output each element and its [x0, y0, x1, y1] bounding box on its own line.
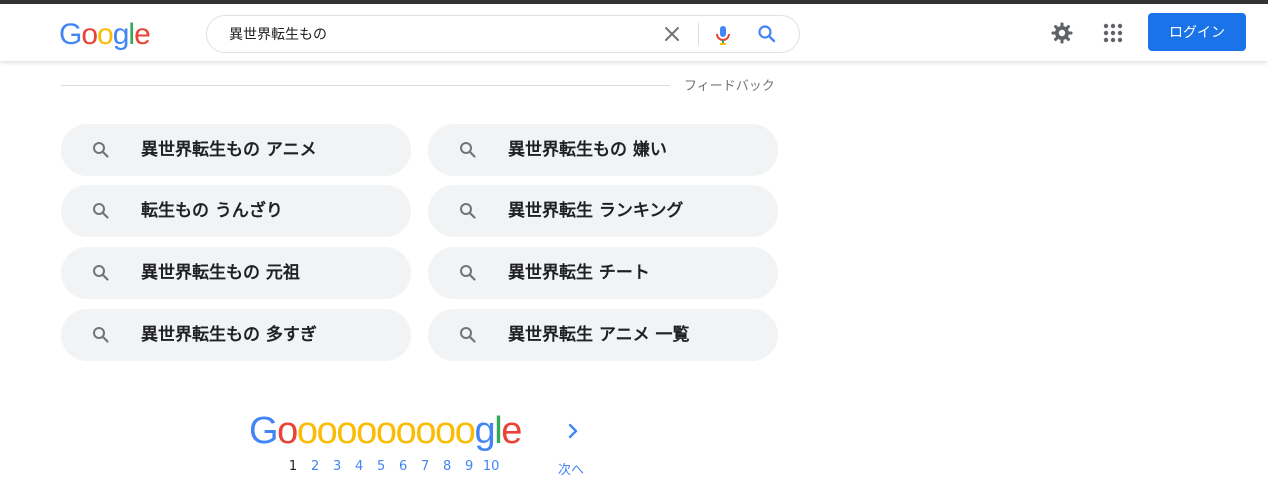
pagination-logo-letter: o [435, 410, 456, 452]
related-search-label: 異世界転生もの 多すぎ [141, 325, 317, 345]
chevron-right-icon [568, 423, 578, 439]
feedback-link[interactable]: フィードバック [684, 75, 775, 94]
related-search-chip[interactable]: 異世界転生 アニメ 一覧 [428, 309, 778, 361]
related-search-chip[interactable]: 異世界転生 ランキング [428, 185, 778, 237]
related-search-chip[interactable]: 異世界転生もの 多すぎ [61, 309, 411, 361]
page-link-7[interactable]: 7 [414, 458, 436, 476]
related-search-label: 異世界転生もの 嫌い [508, 140, 667, 160]
search-box [206, 15, 800, 53]
related-search-chip[interactable]: 異世界転生もの アニメ [61, 124, 411, 176]
related-search-label: 転生もの うんざり [141, 201, 283, 221]
related-search-label: 異世界転生 アニメ 一覧 [508, 325, 690, 345]
search-icon [460, 265, 476, 281]
pagination-logo-letter: e [501, 410, 522, 452]
page-link-2[interactable]: 2 [304, 458, 326, 476]
clear-button[interactable] [662, 24, 682, 44]
search-input[interactable] [229, 16, 649, 52]
pagination-logo-letter: o [375, 410, 397, 452]
pagination-logo: Goooooooooogle [249, 408, 522, 454]
page-link-4[interactable]: 4 [348, 458, 370, 476]
next-page-arrow[interactable] [566, 422, 580, 440]
apps-grid-icon [1103, 23, 1123, 43]
gear-icon [1051, 22, 1073, 44]
related-search-label: 異世界転生もの 元祖 [141, 263, 300, 283]
pagination-logo-letter: o [454, 410, 476, 452]
logo-letter: e [134, 18, 151, 51]
google-logo[interactable]: Google [59, 18, 151, 52]
related-search-label: 異世界転生もの アニメ [141, 140, 317, 160]
related-search-chip[interactable]: 異世界転生 チート [428, 247, 778, 299]
search-icon [460, 203, 476, 219]
pagination-logo-letter: o [356, 410, 377, 452]
related-search-chip[interactable]: 転生もの うんざり [61, 185, 411, 237]
page-link-9[interactable]: 9 [458, 458, 480, 476]
page-link-3[interactable]: 3 [326, 458, 348, 476]
page-numbers: 1 2 3 4 5 6 7 8 9 10 [286, 458, 502, 476]
related-search-chip[interactable]: 異世界転生もの 嫌い [428, 124, 778, 176]
search-icon [460, 142, 476, 158]
search-button[interactable] [757, 24, 777, 44]
search-icon [93, 203, 109, 219]
pagination-logo-letter: o [336, 410, 357, 452]
pagination-logo-letter: o [296, 410, 318, 452]
settings-button[interactable] [1050, 21, 1074, 45]
search-divider [698, 23, 699, 45]
related-search-label: 異世界転生 ランキング [508, 201, 684, 221]
logo-letter: G [59, 18, 82, 51]
pagination-logo-letter: o [395, 410, 417, 452]
page-link-6[interactable]: 6 [392, 458, 414, 476]
logo-letter: o [81, 18, 98, 51]
page-link-8[interactable]: 8 [436, 458, 458, 476]
voice-search-button[interactable] [713, 24, 733, 46]
current-page: 1 [288, 459, 298, 474]
apps-button[interactable] [1101, 21, 1125, 45]
login-button[interactable]: ログイン [1148, 13, 1246, 51]
next-page-link[interactable]: 次へ [558, 459, 584, 478]
header: Google 異世界転生もの ログイン [0, 4, 1268, 61]
pagination-logo-letter: G [249, 410, 279, 452]
pagination-logo-letter: o [316, 410, 338, 452]
pagination-logo-letter: g [474, 410, 496, 452]
logo-letter: o [97, 18, 114, 51]
search-icon [93, 265, 109, 281]
search-icon [758, 25, 776, 43]
close-icon [665, 27, 679, 41]
search-icon [93, 327, 109, 343]
page-link-5[interactable]: 5 [370, 458, 392, 476]
search-icon [460, 327, 476, 343]
related-search-chip[interactable]: 異世界転生もの 元祖 [61, 247, 411, 299]
pagination-logo-letter: o [415, 410, 436, 452]
feedback-divider [61, 85, 670, 86]
pagination-logo-letter: o [277, 410, 298, 452]
search-icon [93, 142, 109, 158]
logo-letter: g [112, 18, 130, 51]
page-link-10[interactable]: 10 [480, 458, 502, 476]
related-search-label: 異世界転生 チート [508, 263, 650, 283]
microphone-icon [716, 26, 730, 45]
